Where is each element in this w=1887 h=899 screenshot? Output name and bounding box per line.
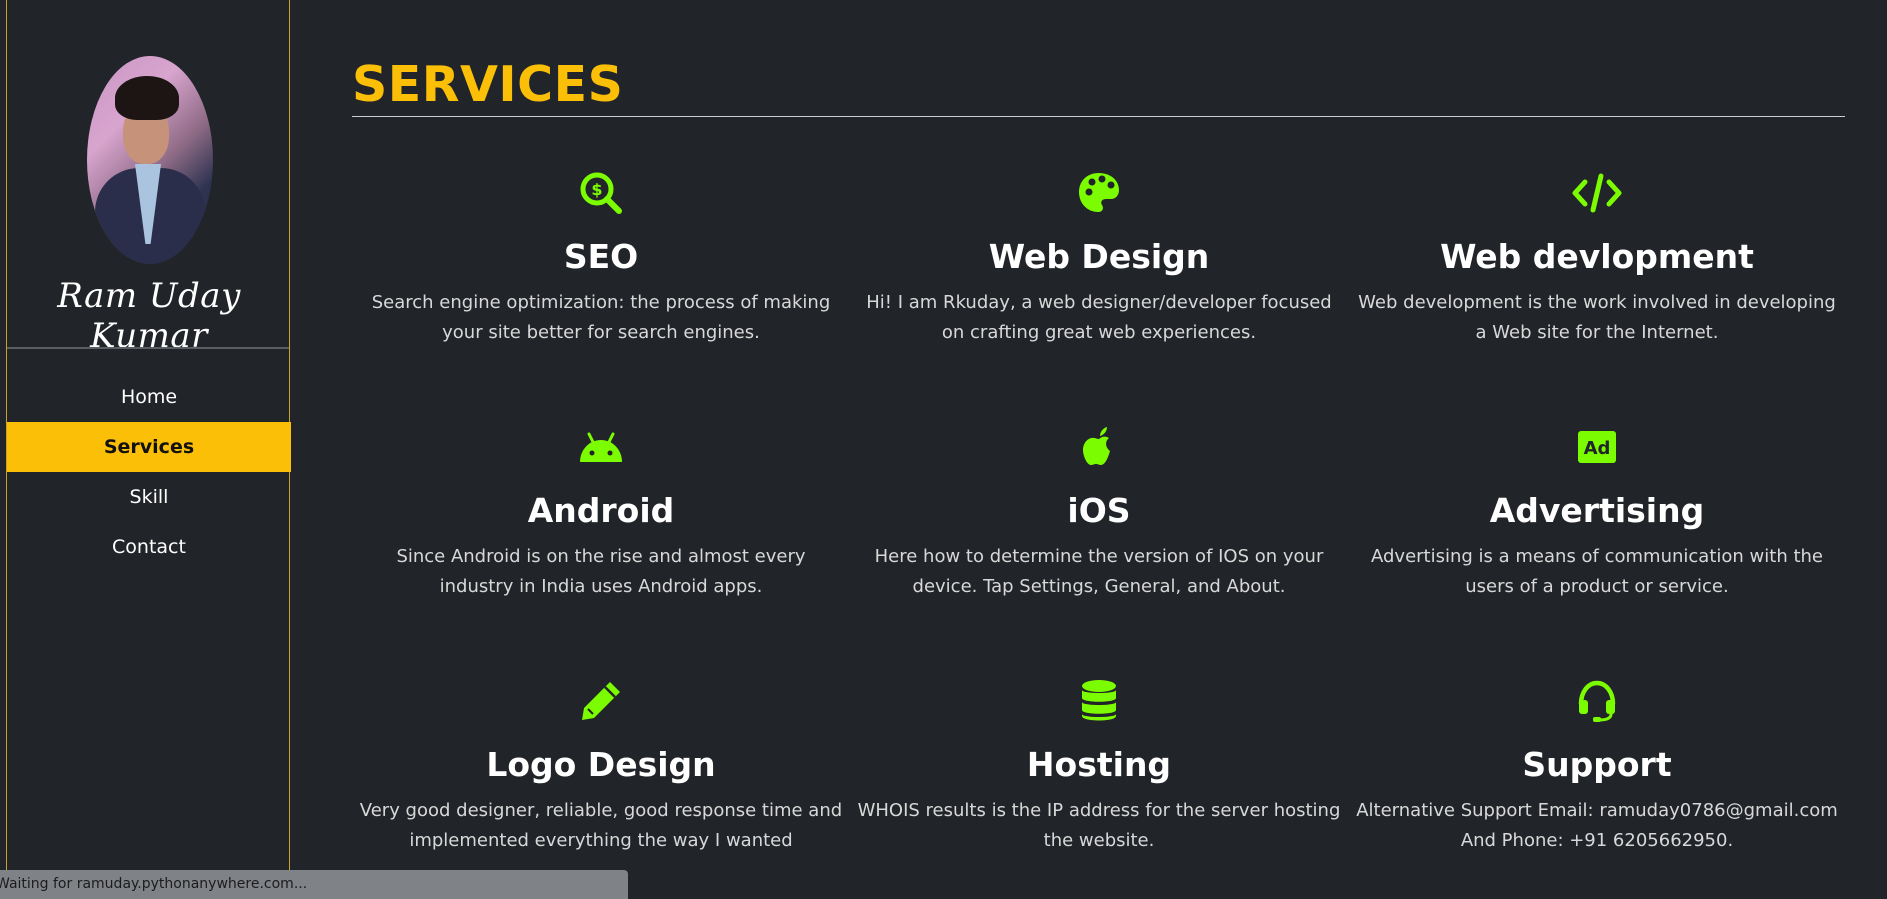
status-text: Waiting for ramuday.pythonanywhere.com..…: [0, 876, 308, 892]
service-description: Hi! I am Rkuday, a web designer/develope…: [866, 292, 1332, 343]
service-title: SEO: [563, 237, 639, 276]
page-title: SERVICES: [352, 56, 624, 113]
sidebar: Ram Uday Kumar Home Services Skill Conta…: [6, 0, 291, 899]
service-card-web-design: Web Design Hi! I am Rkuday, a web design…: [850, 170, 1348, 348]
service-description: Here how to determine the version of IOS…: [874, 546, 1324, 597]
code-icon: [1572, 173, 1622, 213]
sidebar-nav: Home Services Skill Contact: [7, 372, 291, 572]
service-title: Advertising: [1489, 491, 1705, 530]
service-title: Android: [527, 491, 675, 530]
service-title: Support: [1522, 745, 1672, 784]
service-card-android: Android Since Android is on the rise and…: [352, 424, 850, 602]
main-content: SERVICES $ SEO Search engine optimizatio…: [352, 0, 1846, 899]
service-card-ios: iOS Here how to determine the version of…: [850, 424, 1348, 602]
service-card-web-development: Web devlopment Web development is the wo…: [1348, 170, 1846, 348]
service-card-support: Support Alternative Support Email: ramud…: [1348, 678, 1846, 856]
database-icon: [1082, 680, 1116, 721]
service-card-seo: $ SEO Search engine optimization: the pr…: [352, 170, 850, 348]
service-title: Logo Design: [486, 745, 716, 784]
service-description: Since Android is on the rise and almost …: [396, 546, 806, 597]
search-dollar-icon: $: [580, 172, 622, 214]
nav-item-skill[interactable]: Skill: [7, 472, 291, 522]
service-description: WHOIS results is the IP address for the …: [857, 800, 1341, 851]
palette-icon: [1079, 173, 1119, 212]
nav-item-services[interactable]: Services: [7, 422, 291, 472]
svg-text:Ad: Ad: [1584, 438, 1611, 459]
page: Ram Uday Kumar Home Services Skill Conta…: [0, 0, 1887, 899]
service-description: Advertising is a means of communication …: [1371, 546, 1823, 597]
ad-icon: Ad: [1578, 431, 1616, 463]
avatar: [87, 56, 213, 264]
service-card-advertising: Ad Advertising Advertising is a means of…: [1348, 424, 1846, 602]
profile-name: Ram Uday Kumar: [57, 276, 241, 356]
svg-text:$: $: [591, 180, 602, 199]
android-icon: [580, 432, 622, 462]
browser-status-bar: Waiting for ramuday.pythonanywhere.com..…: [0, 870, 628, 899]
service-description: Search engine optimization: the process …: [371, 292, 831, 343]
title-divider: [352, 116, 1845, 117]
service-title: iOS: [1067, 491, 1131, 530]
service-title: Hosting: [1026, 745, 1172, 784]
service-title: Web Design: [988, 237, 1210, 276]
headset-icon: [1578, 680, 1616, 722]
sidebar-divider: [7, 347, 289, 349]
service-title: Web devlopment: [1440, 237, 1754, 276]
nav-item-home[interactable]: Home: [7, 372, 291, 422]
apple-icon: [1083, 427, 1110, 465]
service-card-logo-design: Logo Design Very good designer, reliable…: [352, 678, 850, 856]
nav-item-contact[interactable]: Contact: [7, 522, 291, 572]
pencil-icon: [582, 682, 620, 720]
service-card-hosting: Hosting WHOIS results is the IP address …: [850, 678, 1348, 856]
service-description: Very good designer, reliable, good respo…: [359, 800, 843, 851]
service-description: Web development is the work involved in …: [1358, 292, 1836, 343]
service-description: Alternative Support Email: ramuday0786@g…: [1356, 800, 1838, 851]
